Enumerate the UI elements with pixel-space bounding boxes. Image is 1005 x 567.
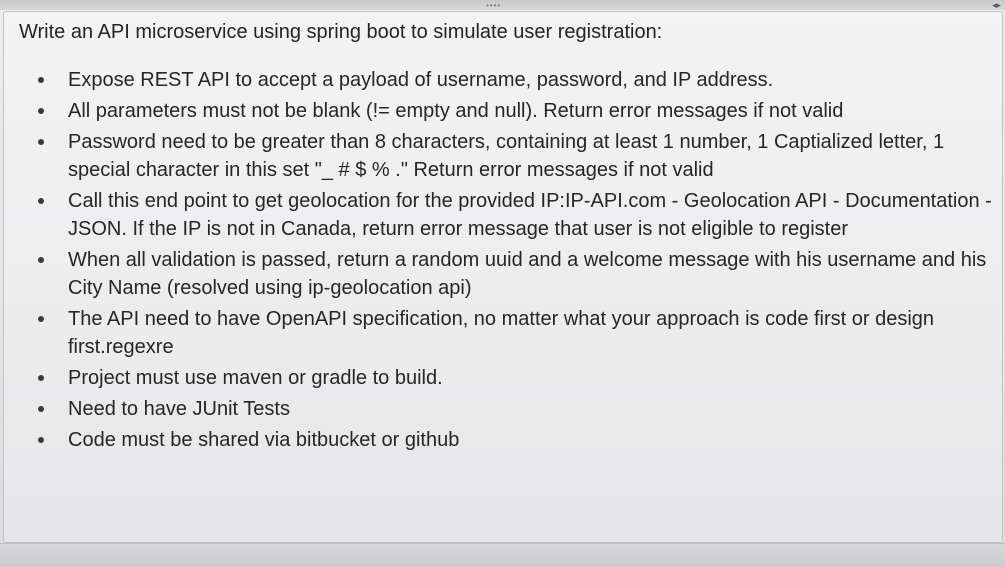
requirement-item: Project must use maven or gradle to buil…: [28, 364, 998, 392]
requirement-item: Code must be shared via bitbucket or git…: [28, 426, 998, 454]
drag-handle-icon[interactable]: ••••: [486, 1, 501, 10]
requirement-item: Expose REST API to accept a payload of u…: [28, 66, 998, 94]
top-strip: •••• ◂▸: [0, 0, 1005, 10]
requirement-text: When all validation is passed, return a …: [68, 249, 987, 299]
requirement-text: All parameters must not be blank (!= emp…: [68, 100, 844, 122]
document-panel: Write an API microservice using spring b…: [3, 11, 1003, 543]
requirement-item: All parameters must not be blank (!= emp…: [28, 97, 998, 125]
requirement-item: The API need to have OpenAPI specificati…: [28, 305, 998, 361]
requirement-text: Expose REST API to accept a payload of u…: [68, 69, 774, 91]
collapse-arrows-icon[interactable]: ◂▸: [992, 0, 1001, 11]
bullet-icon: [38, 198, 44, 204]
screen: •••• ◂▸ Write an API microservice using …: [0, 0, 1005, 567]
requirement-text: Need to have JUnit Tests: [68, 398, 290, 420]
requirement-item: When all validation is passed, return a …: [28, 246, 998, 302]
requirement-text: Project must use maven or gradle to buil…: [68, 367, 443, 389]
bullet-icon: [38, 139, 44, 145]
requirement-item: Password need to be greater than 8 chara…: [28, 128, 998, 184]
document-heading: Write an API microservice using spring b…: [19, 21, 663, 43]
requirement-text: Code must be shared via bitbucket or git…: [68, 429, 460, 451]
bullet-icon: [38, 375, 44, 381]
requirements-list: Expose REST API to accept a payload of u…: [28, 66, 998, 457]
requirement-text: Call this end point to get geolocation f…: [68, 190, 992, 240]
requirement-item: Call this end point to get geolocation f…: [28, 187, 998, 243]
requirement-item: Need to have JUnit Tests: [28, 395, 998, 423]
bullet-icon: [38, 108, 44, 114]
bottom-strip: [0, 543, 1005, 567]
bullet-icon: [38, 77, 44, 83]
requirement-text: The API need to have OpenAPI specificati…: [68, 308, 935, 358]
bullet-icon: [38, 257, 44, 263]
bullet-icon: [38, 316, 44, 322]
bullet-icon: [38, 437, 44, 443]
bullet-icon: [38, 406, 44, 412]
requirement-text: Password need to be greater than 8 chara…: [68, 131, 945, 181]
